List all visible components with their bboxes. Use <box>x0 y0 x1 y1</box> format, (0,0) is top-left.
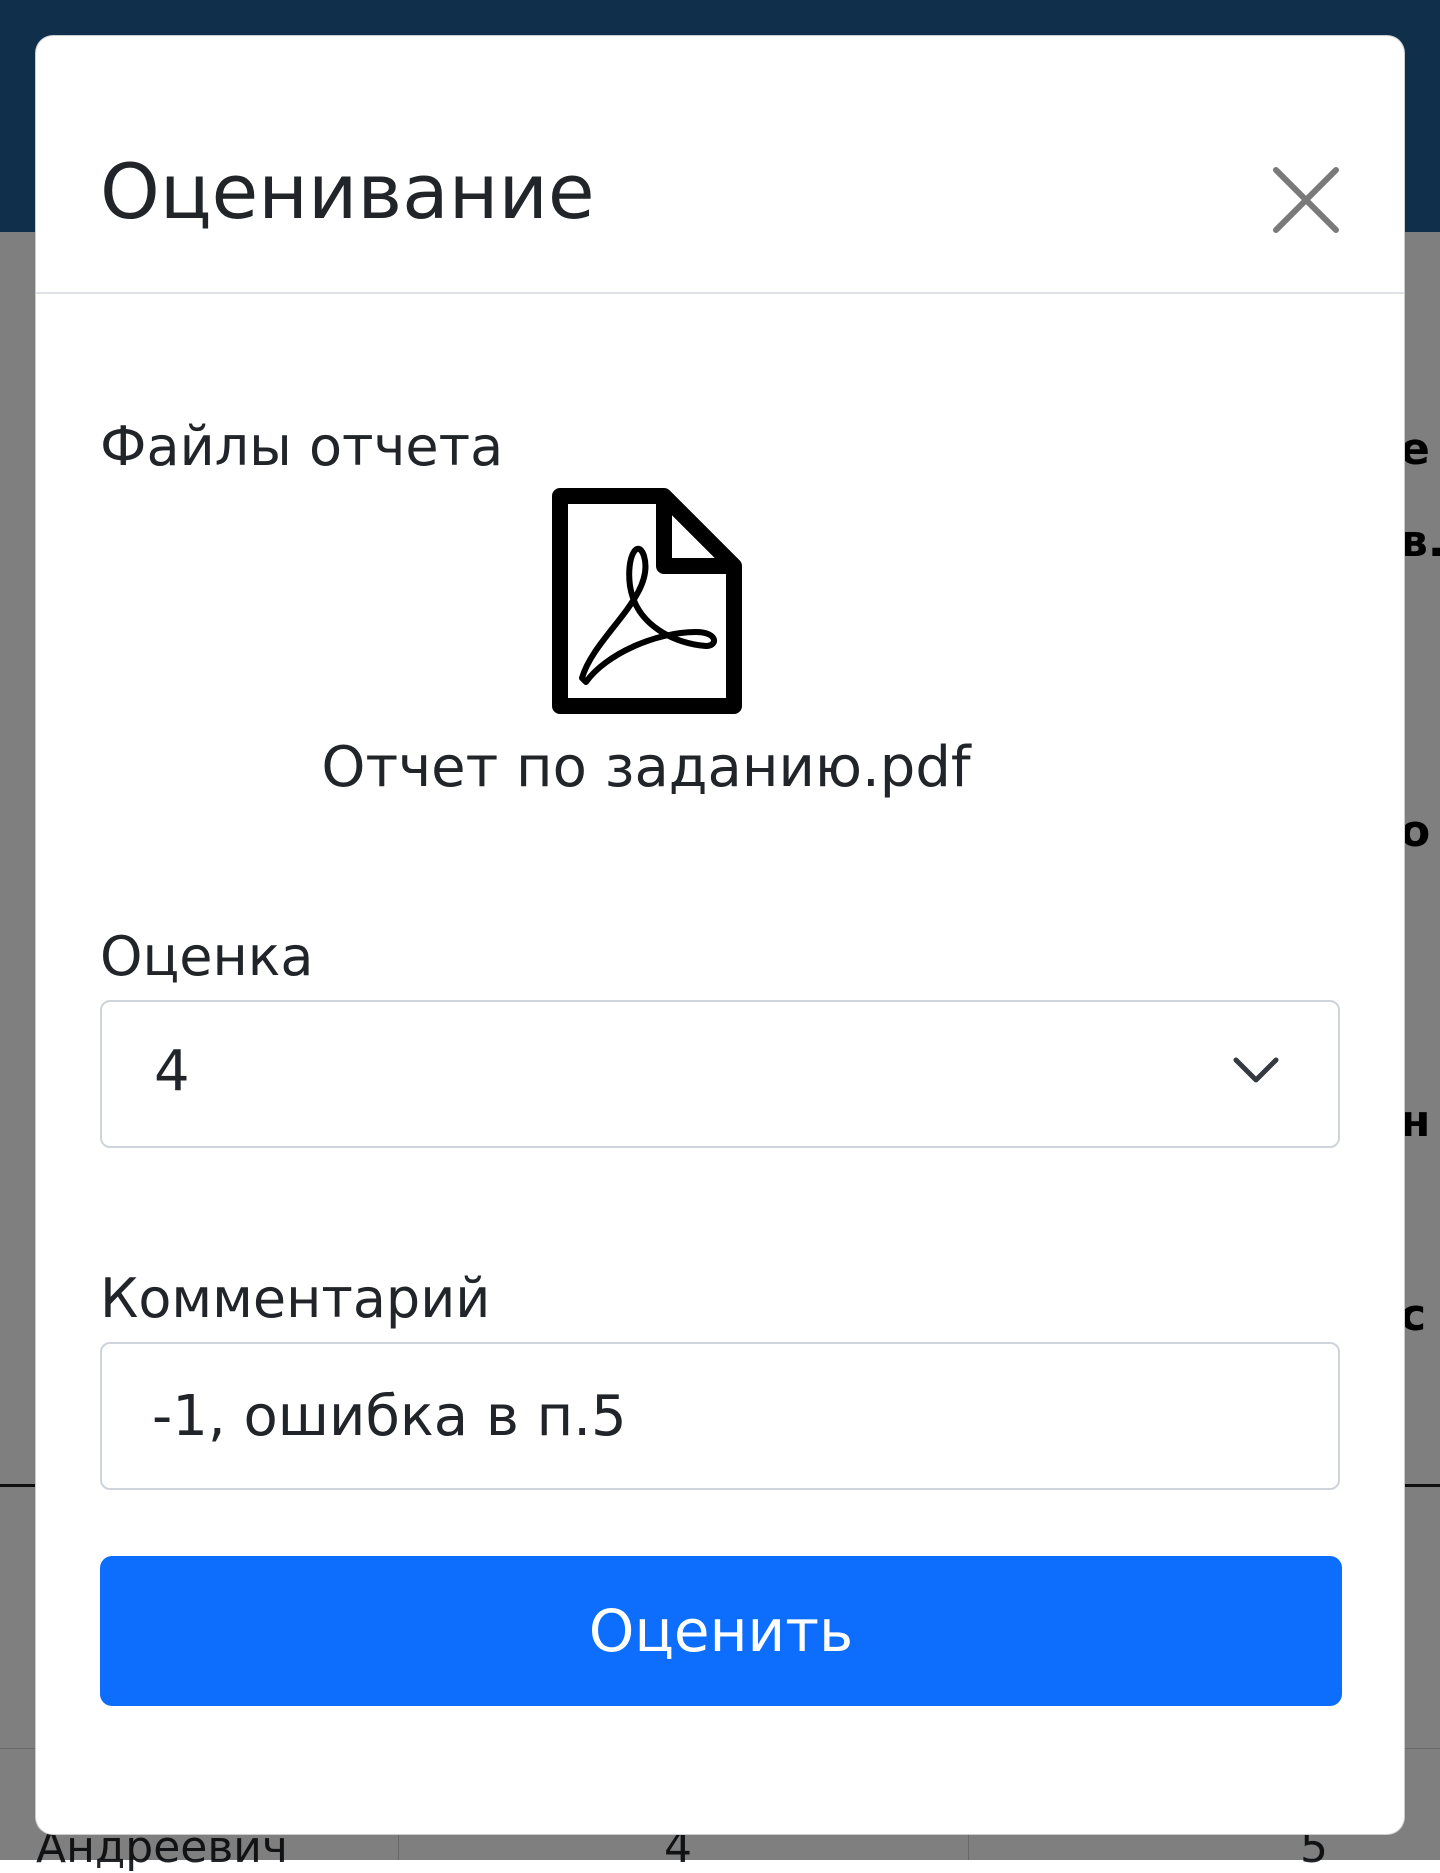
grade-select-value: 4 <box>154 1039 190 1104</box>
chevron-down-icon <box>1233 1057 1279 1083</box>
file-attachment[interactable]: Отчет по заданию.pdf <box>286 486 1006 796</box>
grade-select[interactable]: 4 <box>100 1000 1340 1148</box>
close-button[interactable] <box>1270 164 1342 236</box>
file-name: Отчет по заданию.pdf <box>321 735 971 800</box>
submit-grade-button[interactable]: Оценить <box>100 1556 1342 1706</box>
comment-input[interactable] <box>100 1342 1340 1490</box>
modal-title: Оценивание <box>100 147 595 236</box>
modal-header: Оценивание <box>36 36 1404 294</box>
grade-label: Оценка <box>100 925 314 988</box>
files-label: Файлы отчета <box>100 415 504 478</box>
grading-modal: Оценивание Файлы отчета Отчет по заданию… <box>35 35 1405 1835</box>
comment-label: Комментарий <box>100 1267 491 1330</box>
pdf-file-icon <box>552 488 742 714</box>
close-icon <box>1273 167 1339 233</box>
